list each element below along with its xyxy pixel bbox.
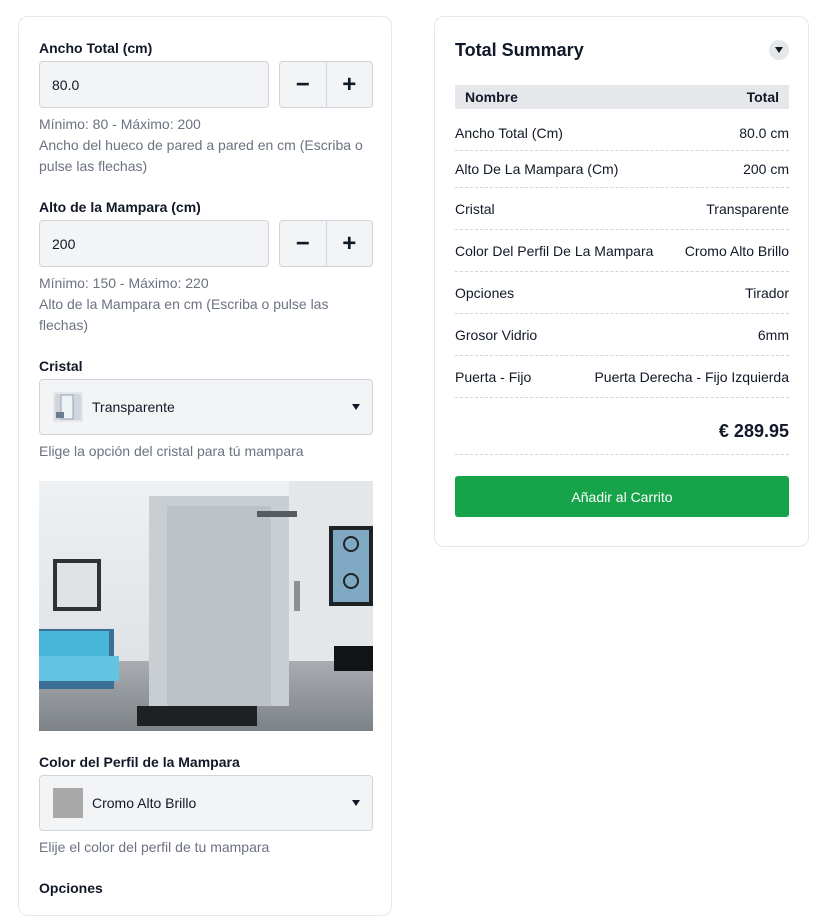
row-value: 80.0 cm <box>739 125 789 141</box>
perfil-label: Color del Perfil de la Mampara <box>39 754 240 770</box>
row-value: Puerta Derecha - Fijo Izquierda <box>594 368 789 385</box>
ancho-increment-button[interactable]: + <box>325 62 373 107</box>
row-name: Opciones <box>455 284 515 301</box>
column-header-total: Total <box>746 89 779 105</box>
summary-rows: Ancho Total (Cm) 80.0 cm Alto De La Mamp… <box>455 116 789 398</box>
summary-table-header: Nombre Total <box>455 85 789 109</box>
alto-stepper: − + <box>279 220 373 267</box>
row-value: 200 cm <box>743 161 789 177</box>
cristal-label: Cristal <box>39 358 83 374</box>
table-row: Puerta - Fijo Puerta Derecha - Fijo Izqu… <box>455 356 789 398</box>
perfil-help: Elije el color del perfil de tu mampara <box>39 839 270 855</box>
opciones-label: Opciones <box>39 880 103 896</box>
table-row: Grosor Vidrio 6mm <box>455 314 789 356</box>
table-row: Alto De La Mampara (Cm) 200 cm <box>455 151 789 188</box>
chevron-down-icon <box>352 800 360 806</box>
summary-collapse-button[interactable] <box>769 40 789 60</box>
cristal-thumbnail-icon <box>53 392 83 422</box>
row-name: Ancho Total (Cm) <box>455 125 563 141</box>
table-row: Opciones Tirador <box>455 272 789 314</box>
alto-help: Alto de la Mampara en cm (Escriba o puls… <box>39 296 329 333</box>
table-row: Ancho Total (Cm) 80.0 cm <box>455 116 789 151</box>
summary-total: € 289.95 <box>455 421 789 455</box>
row-value: 6mm <box>757 326 789 343</box>
table-row: Cristal Transparente <box>455 188 789 230</box>
alto-range: Mínimo: 150 - Máximo: 220 <box>39 275 209 291</box>
ancho-stepper: − + <box>279 61 373 108</box>
chevron-down-icon <box>352 404 360 410</box>
table-row: Color Del Perfil De La Mampara Cromo Alt… <box>455 230 789 272</box>
perfil-select[interactable]: Cromo Alto Brillo <box>39 775 373 831</box>
shower-product-image <box>39 481 373 731</box>
row-name: Color Del Perfil De La Mampara <box>455 242 654 259</box>
ancho-decrement-button[interactable]: − <box>280 62 326 107</box>
perfil-selected-value: Cromo Alto Brillo <box>92 795 197 811</box>
perfil-color-swatch <box>53 788 83 818</box>
alto-label: Alto de la Mampara (cm) <box>39 199 201 215</box>
column-header-nombre: Nombre <box>465 89 518 105</box>
row-value: Cromo Alto Brillo <box>684 242 789 259</box>
ancho-label: Ancho Total (cm) <box>39 40 153 56</box>
row-name: Cristal <box>455 200 495 217</box>
alto-input[interactable]: 200 <box>39 220 269 267</box>
ancho-help: Ancho del hueco de pared a pared en cm (… <box>39 137 363 174</box>
cristal-select[interactable]: Transparente <box>39 379 373 435</box>
row-name: Alto De La Mampara (Cm) <box>455 161 619 177</box>
alto-increment-button[interactable]: + <box>325 221 373 266</box>
add-to-cart-button[interactable]: Añadir al Carrito <box>455 476 789 517</box>
ancho-range: Mínimo: 80 - Máximo: 200 <box>39 116 201 132</box>
summary-title: Total Summary <box>455 40 584 60</box>
cristal-selected-value: Transparente <box>92 399 175 415</box>
row-name: Puerta - Fijo <box>455 368 532 385</box>
ancho-input[interactable]: 80.0 <box>39 61 269 108</box>
cristal-help: Elige la opción del cristal para tú mamp… <box>39 443 304 459</box>
caret-down-icon <box>775 47 783 53</box>
row-name: Grosor Vidrio <box>455 326 538 343</box>
row-value: Tirador <box>745 284 789 301</box>
alto-decrement-button[interactable]: − <box>280 221 326 266</box>
row-value: Transparente <box>706 200 789 217</box>
